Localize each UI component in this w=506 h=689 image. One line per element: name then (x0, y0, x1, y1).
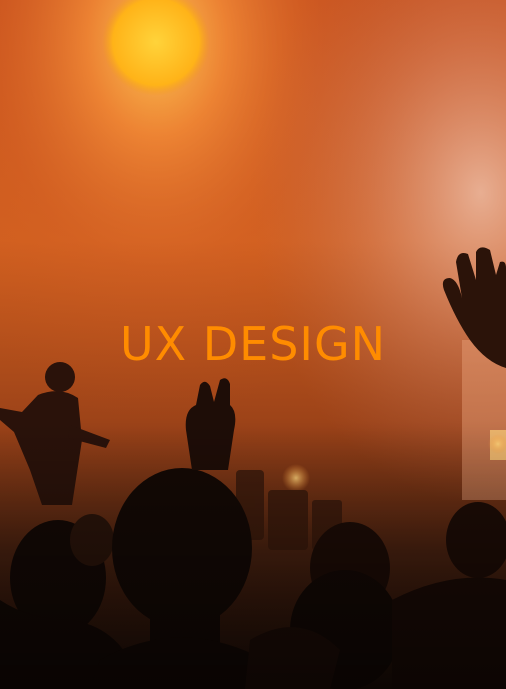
hero-banner: UX DESIGN (0, 0, 506, 689)
headline: UX DESIGN (119, 317, 387, 371)
